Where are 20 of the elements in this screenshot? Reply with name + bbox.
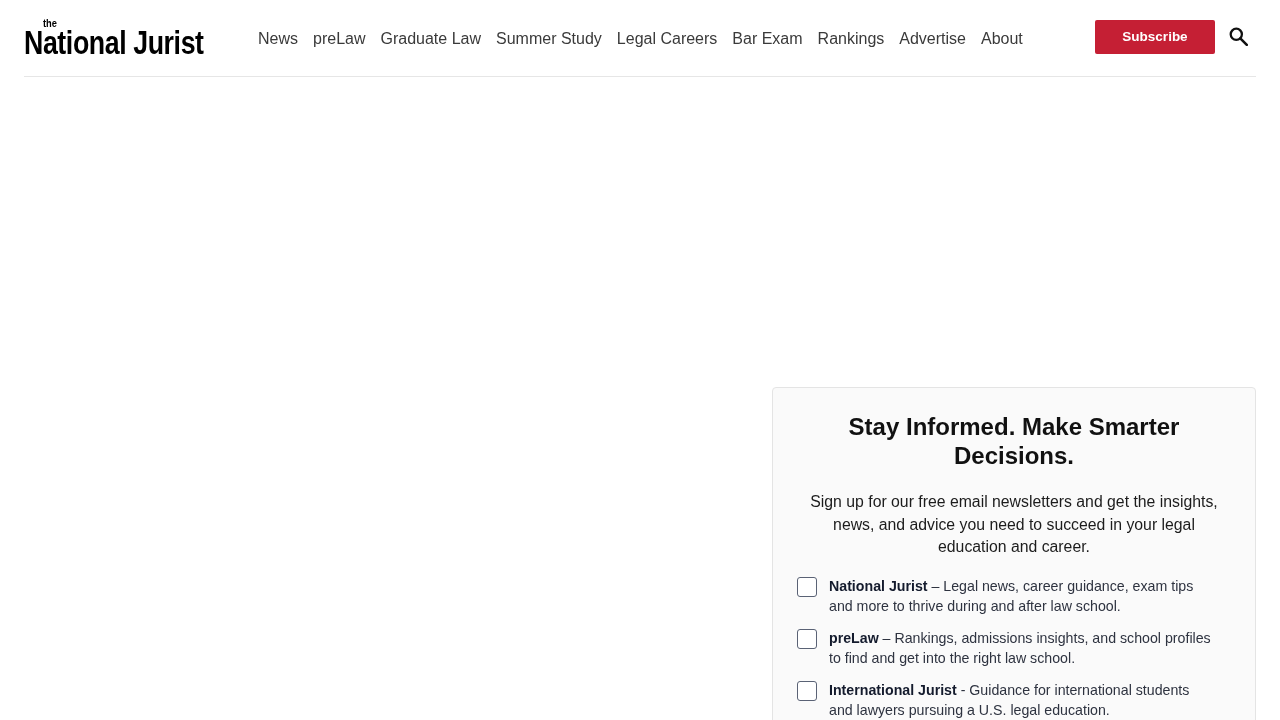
nav-link[interactable]: Bar Exam [732, 29, 803, 48]
nav-link[interactable]: Legal Careers [616, 29, 718, 48]
nav-link[interactable]: preLaw [313, 29, 366, 48]
nav-link[interactable]: About [981, 29, 1023, 48]
nav-link[interactable]: Rankings [817, 29, 885, 48]
newsletter-option-text: preLaw – Rankings, admissions insights, and school profiles to find and get into the right law school. [829, 628, 1212, 668]
nav-link[interactable]: Graduate Law [380, 29, 481, 48]
site-logo[interactable]: the National Jurist [24, 18, 205, 58]
nav-link[interactable]: Summer Study [496, 29, 602, 48]
search-icon[interactable] [1229, 26, 1248, 46]
checkbox[interactable] [797, 680, 817, 701]
subscribe-button[interactable]: Subscribe [1095, 19, 1215, 54]
checkbox[interactable] [797, 628, 817, 649]
nav-link[interactable]: Advertise [899, 29, 966, 48]
signup-title: Stay Informed. Make Smarter Decisions. [847, 412, 1181, 470]
checkbox[interactable] [797, 576, 817, 597]
nav-link[interactable]: News [258, 29, 298, 48]
signup-intro: Sign up for our free email newsletters and get the insights, news, and advice you need to succeed in your legal education and career. [809, 492, 1219, 557]
newsletter-option-text: National Jurist – Legal news, career guidance, exam tips and more to thrive during and after law school. [829, 576, 1195, 616]
newsletter-option-text: International Jurist - Guidance for international students and lawyers pursuing a U.S. legal education. [829, 680, 1191, 720]
